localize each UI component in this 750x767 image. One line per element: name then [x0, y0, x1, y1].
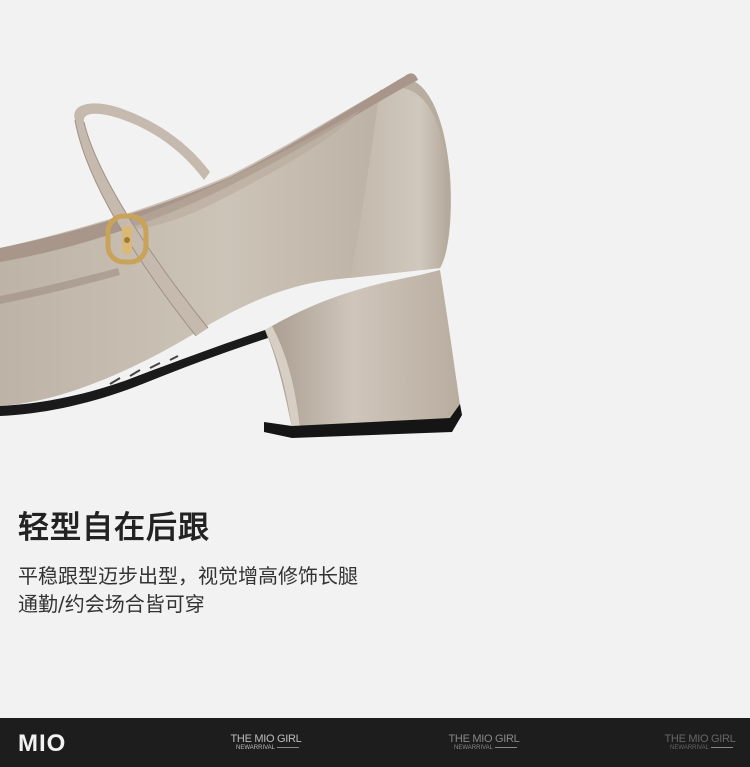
product-detail-page: 轻型自在后跟 平稳跟型迈步出型，视觉增高修饰长腿 通勤/约会场合皆可穿 MIO …	[0, 0, 750, 767]
watermark-subtitle: NEWARRIVAL	[444, 745, 524, 752]
mary-jane-shoe-photo	[0, 0, 750, 470]
description-line: 通勤/约会场合皆可穿	[18, 592, 205, 616]
watermark: THE MIO GIRL NEWARRIVAL	[444, 734, 524, 752]
watermark-title: THE MIO GIRL	[448, 733, 520, 745]
watermark: THE MIO GIRL NEWARRIVAL	[226, 734, 306, 752]
feature-headline: 轻型自在后跟	[18, 510, 210, 546]
brand-logo: MIO	[18, 730, 67, 757]
watermark-subtitle: NEWARRIVAL	[226, 745, 306, 752]
watermark: THE MIO GIRL NEWARRIVAL	[660, 734, 740, 752]
watermark-title: THE MIO GIRL	[664, 733, 736, 745]
watermark-subtitle: NEWARRIVAL	[660, 745, 740, 752]
description-line: 平稳跟型迈步出型，视觉增高修饰长腿	[18, 564, 358, 588]
watermark-title: THE MIO GIRL	[230, 733, 302, 745]
feature-description: 平稳跟型迈步出型，视觉增高修饰长腿 通勤/约会场合皆可穿	[18, 562, 358, 618]
brand-footer: MIO THE MIO GIRL NEWARRIVAL THE MIO GIRL…	[0, 718, 750, 767]
